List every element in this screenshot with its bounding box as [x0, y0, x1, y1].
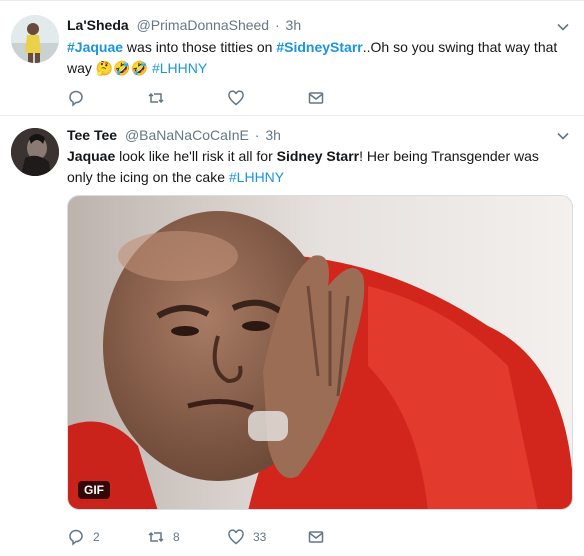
gif-image	[68, 196, 572, 509]
gif-badge: GIF	[78, 481, 110, 499]
display-name[interactable]: La'Sheda	[67, 17, 129, 33]
user-handle[interactable]: @PrimaDonnaSheed	[137, 17, 270, 33]
tweet[interactable]: Tee Tee @BaNaNaCoCaInE · 3h Jaquae look …	[0, 116, 584, 556]
retweet-icon	[148, 92, 164, 104]
like-count: 33	[253, 530, 267, 544]
bold-name: Sidney Starr	[276, 148, 360, 164]
tweet-actions: 2 8 33	[67, 527, 387, 547]
timeline: La'Sheda @PrimaDonnaSheed · 3h #Jaquae w…	[0, 0, 584, 556]
retweet-count: 8	[173, 530, 180, 544]
text-segment: look like he'll risk it all for	[115, 148, 277, 164]
message-button[interactable]	[307, 528, 387, 546]
reply-button[interactable]	[67, 89, 147, 107]
reply-icon	[69, 529, 83, 546]
avatar[interactable]	[11, 128, 59, 176]
display-name[interactable]: Tee Tee	[67, 127, 117, 143]
retweet-icon	[148, 531, 164, 543]
chevron-down-icon[interactable]	[556, 20, 570, 34]
reply-button[interactable]: 2	[67, 528, 147, 546]
reply-icon	[69, 90, 83, 107]
hashtag[interactable]: #Jaquae	[67, 39, 123, 55]
tweet[interactable]: La'Sheda @PrimaDonnaSheed · 3h #Jaquae w…	[0, 0, 584, 116]
tweet-header: La'Sheda @PrimaDonnaSheed · 3h	[67, 16, 301, 34]
emoji: 🤔🤣🤣	[95, 60, 152, 76]
like-icon	[228, 529, 244, 545]
message-button[interactable]	[307, 89, 387, 107]
avatar[interactable]	[11, 15, 59, 63]
retweet-button[interactable]	[147, 89, 227, 107]
bold-name: Jaquae	[67, 148, 116, 164]
chevron-down-icon[interactable]	[556, 129, 570, 143]
like-icon	[228, 90, 244, 106]
separator: ·	[274, 17, 280, 33]
message-icon	[308, 92, 324, 104]
separator: ·	[254, 127, 260, 143]
like-button[interactable]	[227, 89, 307, 107]
reply-count: 2	[93, 530, 100, 544]
retweet-button[interactable]: 8	[147, 528, 227, 546]
hashtag[interactable]: #SidneyStarr	[276, 39, 362, 55]
hashtag[interactable]: #LHHNY	[229, 169, 284, 185]
timestamp[interactable]: 3h	[286, 17, 302, 33]
timestamp[interactable]: 3h	[265, 127, 281, 143]
text-segment: was into those titties on	[123, 39, 277, 55]
tweet-text: Jaquae look like he'll risk it all for S…	[67, 146, 567, 188]
message-icon	[308, 531, 324, 543]
like-button[interactable]: 33	[227, 528, 307, 546]
user-handle[interactable]: @BaNaNaCoCaInE	[125, 127, 249, 143]
tweet-text: #Jaquae was into those titties on #Sidne…	[67, 37, 567, 79]
hashtag[interactable]: #LHHNY	[152, 60, 207, 76]
tweet-header: Tee Tee @BaNaNaCoCaInE · 3h	[67, 126, 281, 144]
gif-media[interactable]: GIF	[67, 195, 573, 510]
tweet-actions	[67, 88, 387, 108]
